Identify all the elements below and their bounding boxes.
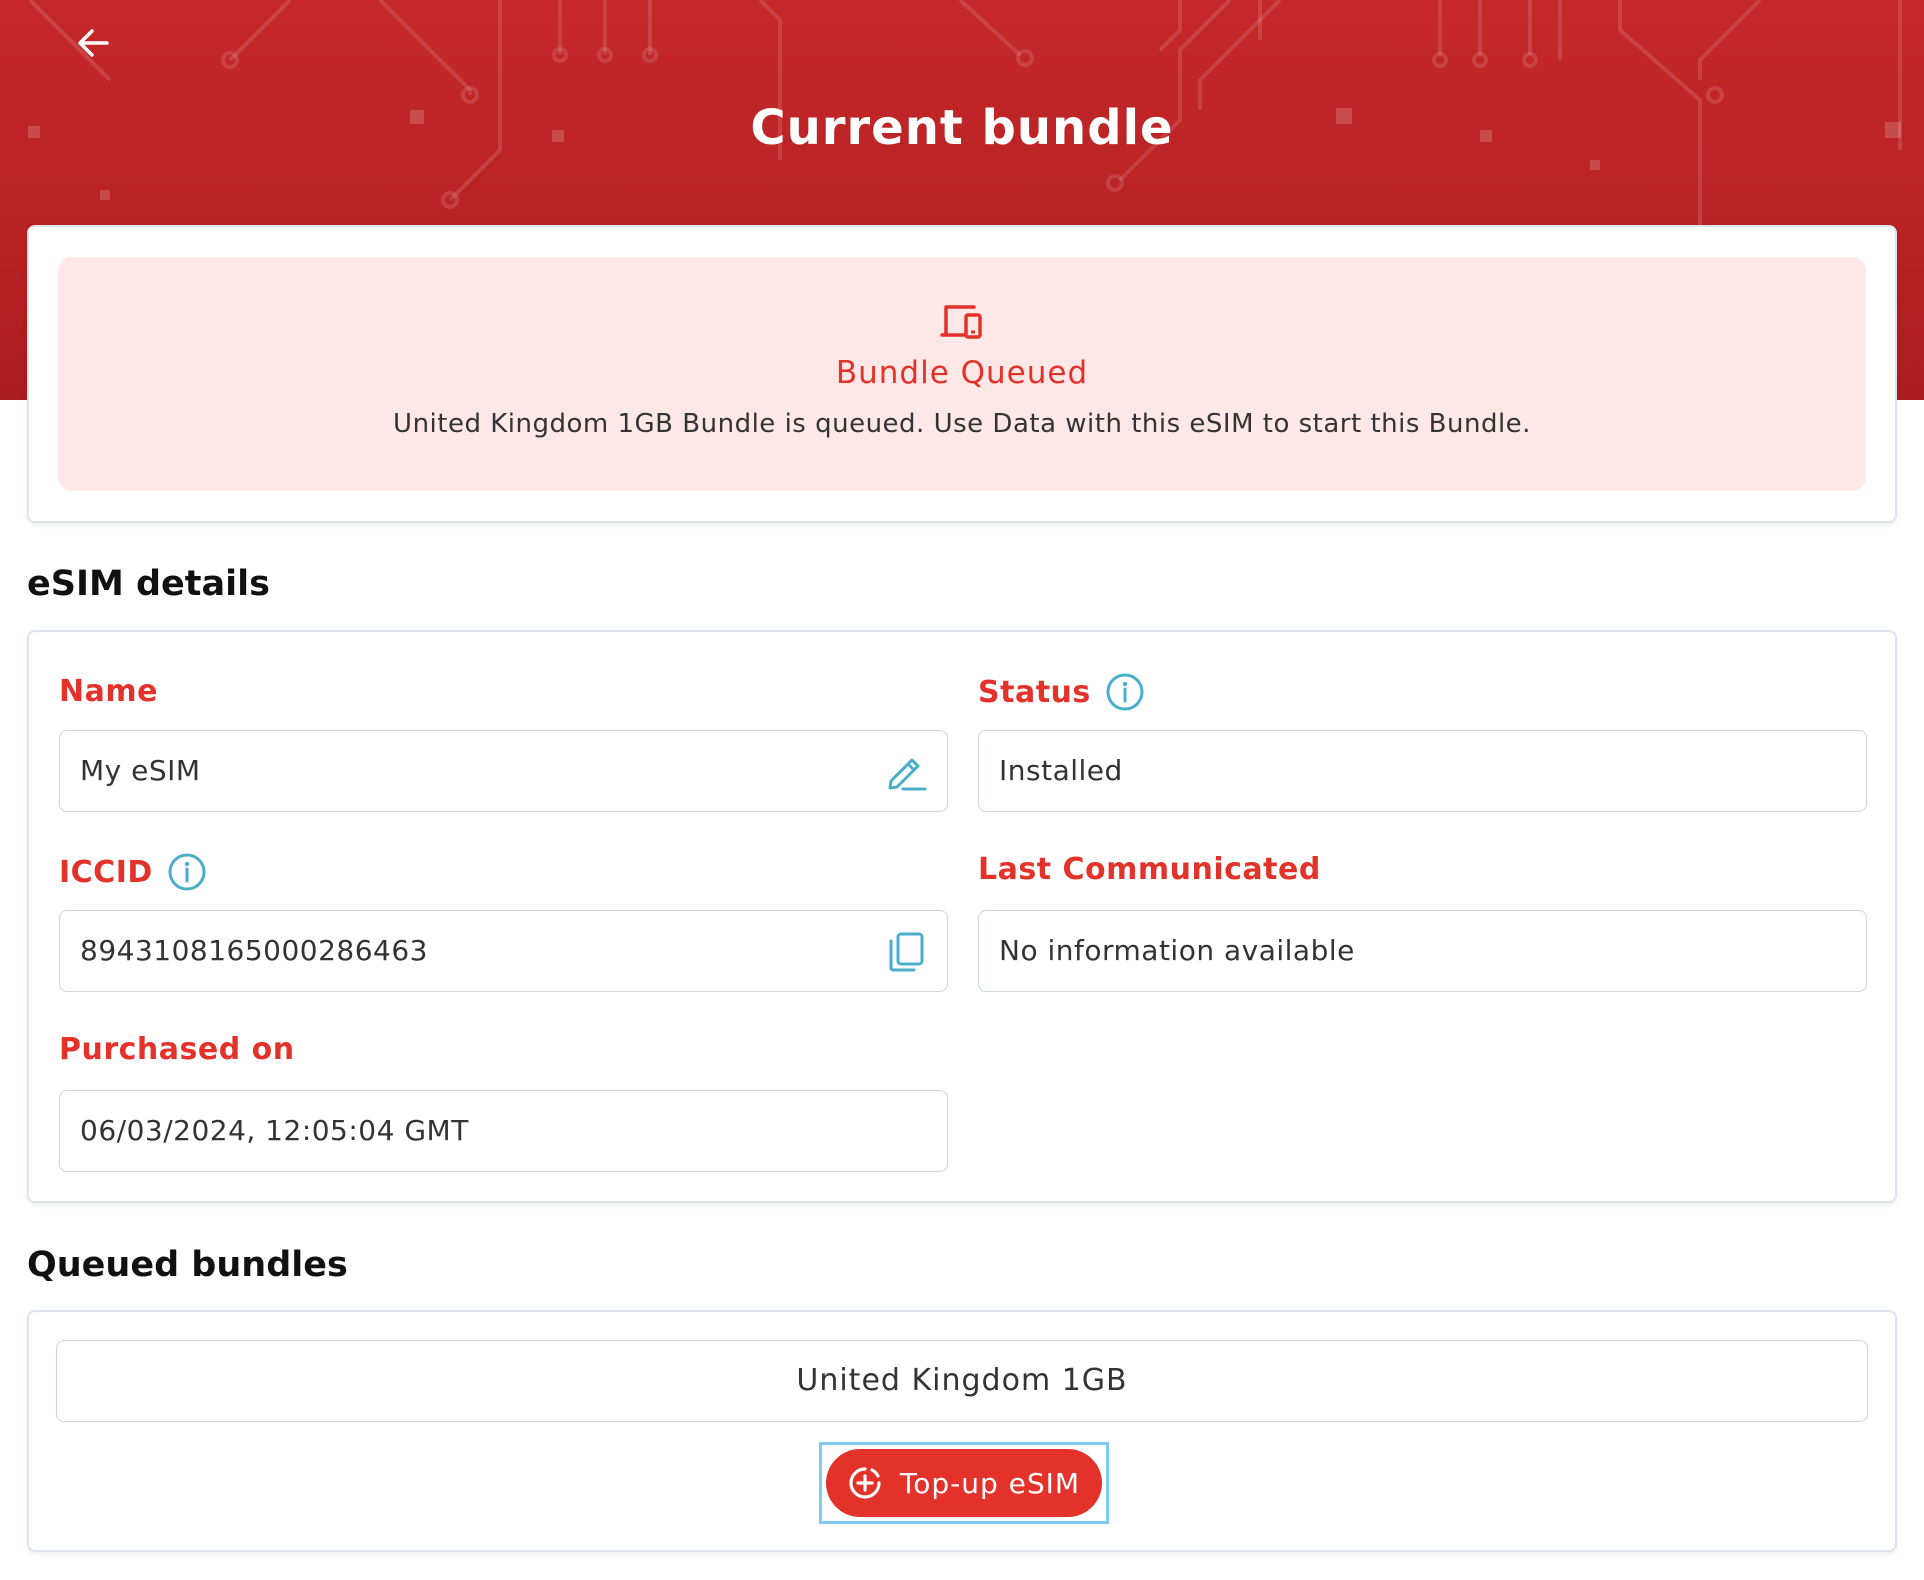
topup-esim-label: Top-up eSIM	[899, 1466, 1081, 1500]
name-label-text: Name	[59, 674, 158, 709]
back-button[interactable]	[70, 20, 116, 66]
copy-iccid-button[interactable]	[885, 931, 927, 973]
iccid-label-text: ICCID	[59, 854, 153, 890]
purchased-on-label: Purchased on	[59, 1032, 295, 1067]
name-field[interactable]: My eSIM	[59, 730, 948, 812]
last-communicated-field: No information available	[978, 910, 1867, 992]
iccid-field: 8943108165000286463	[59, 910, 948, 992]
add-circle-icon	[848, 1466, 882, 1500]
iccid-value: 8943108165000286463	[80, 934, 428, 967]
iccid-label: ICCID	[59, 852, 207, 892]
last-communicated-value: No information available	[999, 934, 1355, 967]
esim-details-heading: eSIM details	[27, 564, 270, 604]
name-value: My eSIM	[80, 754, 201, 787]
page-title: Current bundle	[750, 100, 1174, 156]
name-label: Name	[59, 674, 158, 709]
last-communicated-label-text: Last Communicated	[978, 852, 1321, 887]
purchased-on-field: 06/03/2024, 12:05:04 GMT	[59, 1090, 948, 1172]
status-label-text: Status	[978, 674, 1091, 710]
bundle-queued-alert: Bundle Queued United Kingdom 1GB Bundle …	[58, 257, 1866, 491]
info-icon	[168, 853, 206, 891]
status-label: Status	[978, 672, 1145, 712]
purchased-on-value: 06/03/2024, 12:05:04 GMT	[80, 1114, 469, 1147]
iccid-info-button[interactable]	[167, 852, 207, 892]
purchased-on-label-text: Purchased on	[59, 1032, 295, 1067]
topup-esim-button[interactable]: Top-up eSIM	[826, 1449, 1102, 1517]
esim-details-card: Name My eSIM Status Installed ICCID 8943…	[27, 630, 1897, 1203]
queued-bundle-item[interactable]: United Kingdom 1GB	[56, 1340, 1868, 1422]
status-info-button[interactable]	[1105, 672, 1145, 712]
status-field: Installed	[978, 730, 1867, 812]
queued-bundles-card: United Kingdom 1GB Top-up eSIM	[27, 1310, 1897, 1552]
edit-name-button[interactable]	[885, 751, 927, 793]
copy-icon	[889, 932, 924, 972]
info-icon	[1106, 673, 1144, 711]
bundle-status-card: Bundle Queued United Kingdom 1GB Bundle …	[27, 225, 1897, 523]
devices-icon	[940, 305, 982, 339]
bundle-status-message: United Kingdom 1GB Bundle is queued. Use…	[393, 409, 1531, 439]
arrow-left-icon	[78, 29, 109, 57]
edit-pencil-icon	[888, 758, 927, 791]
bundle-status-title: Bundle Queued	[835, 355, 1089, 391]
last-communicated-label: Last Communicated	[978, 852, 1321, 887]
queued-bundles-heading: Queued bundles	[27, 1245, 348, 1285]
status-value: Installed	[999, 754, 1123, 787]
topup-focus-ring: Top-up eSIM	[819, 1442, 1109, 1524]
